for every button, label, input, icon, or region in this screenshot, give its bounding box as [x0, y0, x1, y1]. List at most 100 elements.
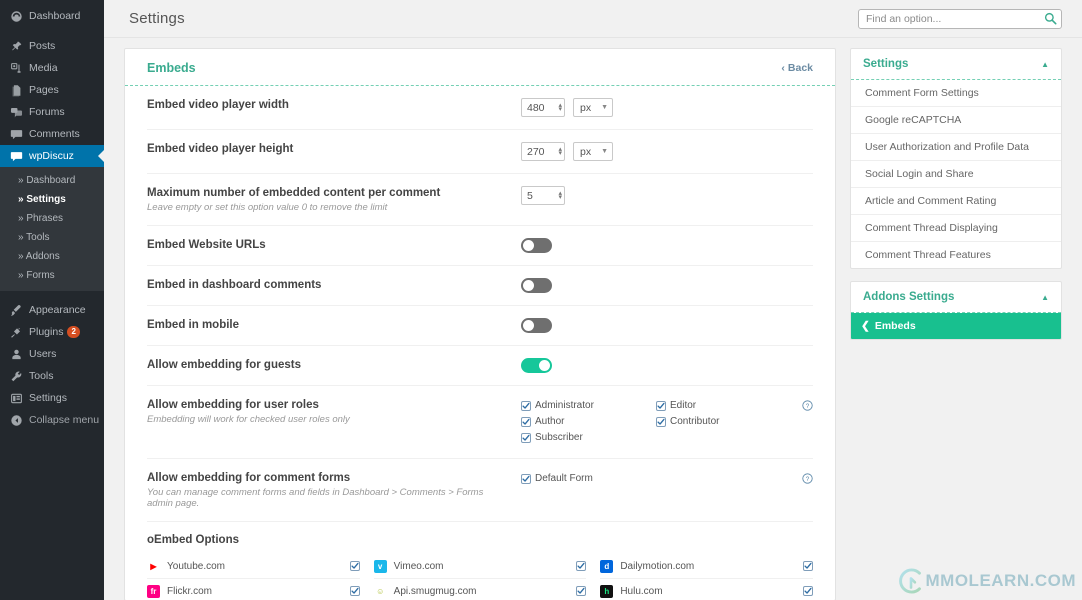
submenu-item-phrases[interactable]: » Phrases	[0, 209, 104, 228]
checkbox-item[interactable]: Subscriber	[521, 430, 656, 445]
oembed-label: Dailymotion.com	[620, 561, 796, 572]
panel-item[interactable]: Article and Comment Rating	[851, 188, 1061, 215]
sidebar-item-posts[interactable]: Posts	[0, 35, 104, 57]
unit-value: px	[580, 102, 591, 114]
panel-title: Addons Settings	[863, 291, 954, 303]
forums-icon	[9, 105, 24, 119]
checkbox-icon[interactable]	[803, 561, 813, 571]
chevron-left-icon: ‹	[781, 62, 785, 74]
sidebar-item-wpdiscuz[interactable]: wpDiscuz	[0, 145, 104, 167]
checkbox-icon[interactable]	[576, 561, 586, 571]
submenu-item-settings[interactable]: » Settings	[0, 190, 104, 209]
panel-header[interactable]: Settings▲	[851, 49, 1061, 80]
side-panel: Addons Settings ▲ ❮Embeds	[850, 281, 1062, 340]
panel-item[interactable]: Social Login and Share	[851, 161, 1061, 188]
sidebar-item-dashboard[interactable]: Dashboard	[0, 5, 104, 27]
setting-row: Allow embedding for comment formsYou can…	[147, 459, 813, 522]
setting-control	[521, 318, 791, 333]
oembed-item[interactable]: dDailymotion.com	[600, 554, 813, 579]
checkbox-icon[interactable]	[656, 401, 666, 411]
panel-item[interactable]: Comment Form Settings	[851, 80, 1061, 107]
number-input[interactable]: 480 ▴▾	[521, 98, 565, 117]
number-input[interactable]: 5▴▾	[521, 186, 565, 205]
setting-label: Embed in dashboard comments	[147, 278, 521, 291]
wpdiscuz-submenu: » Dashboard» Settings» Phrases» Tools» A…	[0, 167, 104, 291]
toggle-switch[interactable]	[521, 278, 552, 293]
panel-item[interactable]: User Authorization and Profile Data	[851, 134, 1061, 161]
back-label: Back	[788, 62, 813, 74]
sidebar-item-pages[interactable]: Pages	[0, 79, 104, 101]
search-box[interactable]	[858, 9, 1062, 29]
sidebar-item-appearance[interactable]: Appearance	[0, 299, 104, 321]
checkbox-item[interactable]: Default Form	[521, 471, 656, 486]
help-slot	[791, 318, 813, 319]
sidebar-item-users[interactable]: Users	[0, 343, 104, 365]
sidebar-item-collapse-menu[interactable]: Collapse menu	[0, 409, 104, 431]
panel-item[interactable]: Comment Thread Displaying	[851, 215, 1061, 242]
submenu-item-addons[interactable]: » Addons	[0, 247, 104, 266]
sidebar-item-plugins[interactable]: Plugins2	[0, 321, 104, 343]
sidebar-item-settings[interactable]: Settings	[0, 387, 104, 409]
oembed-item[interactable]: vVimeo.com	[374, 554, 587, 579]
help-icon[interactable]: ?	[802, 399, 813, 414]
oembed-item[interactable]: frFlickr.com	[147, 579, 360, 600]
panel-item[interactable]: Google reCAPTCHA	[851, 107, 1061, 134]
sidebar-item-media[interactable]: Media	[0, 57, 104, 79]
settings-card: Embeds ‹ Back Embed video player width48…	[124, 48, 836, 600]
checkbox-icon[interactable]	[350, 561, 360, 571]
sidebar-item-label: Forums	[29, 106, 65, 118]
sidebar-item-label: Users	[29, 348, 56, 360]
sidebar-item-label: Plugins	[29, 326, 63, 338]
checkbox-item[interactable]: Editor	[656, 398, 791, 413]
checkbox-item[interactable]: Administrator	[521, 398, 656, 413]
checkbox-item[interactable]: Author	[521, 414, 656, 429]
checkbox-icon[interactable]	[576, 586, 586, 596]
panel-item-label: Comment Thread Features	[865, 249, 991, 261]
unit-select[interactable]: px ▼	[573, 98, 613, 117]
chevron-down-icon: ▼	[601, 104, 608, 111]
oembed-item[interactable]: ☺Api.smugmug.com	[374, 579, 587, 600]
flickr-icon: fr	[147, 585, 160, 598]
search-input[interactable]	[858, 9, 1062, 29]
panel-header[interactable]: Addons Settings ▲	[851, 282, 1061, 313]
sidebar-item-comments[interactable]: Comments	[0, 123, 104, 145]
oembed-item[interactable]: hHulu.com	[600, 579, 813, 600]
toggle-switch[interactable]	[521, 238, 552, 253]
submenu-item-tools[interactable]: » Tools	[0, 228, 104, 247]
checkbox-icon[interactable]	[803, 586, 813, 596]
number-input[interactable]: 270▴▾	[521, 142, 565, 161]
checkbox-icon[interactable]	[521, 401, 531, 411]
panel-item[interactable]: Comment Thread Features	[851, 242, 1061, 268]
help-icon[interactable]: ?	[802, 472, 813, 487]
submenu-item-dashboard[interactable]: » Dashboard	[0, 171, 104, 190]
oembed-item[interactable]: ▶Youtube.com	[147, 554, 360, 579]
unit-select[interactable]: px▼	[573, 142, 613, 161]
checkbox-icon[interactable]	[521, 417, 531, 427]
comment-icon	[9, 127, 24, 141]
page-title: Settings	[129, 10, 185, 27]
checkbox-label: Subscriber	[535, 432, 583, 443]
panel-item[interactable]: ❮Embeds	[851, 313, 1061, 339]
checkbox-icon[interactable]	[521, 433, 531, 443]
checkbox-item[interactable]: Contributor	[656, 414, 791, 429]
checkbox-icon[interactable]	[656, 417, 666, 427]
spinner-icon[interactable]: ▴▾	[558, 192, 562, 200]
section-title: Embeds	[147, 61, 196, 75]
toggle-switch[interactable]	[521, 358, 552, 373]
spinner-icon[interactable]: ▴▾	[558, 148, 562, 156]
submenu-item-forms[interactable]: » Forms	[0, 266, 104, 285]
panel-item-label: Embeds	[875, 320, 916, 332]
svg-text:?: ?	[806, 476, 810, 483]
sidebar-item-forums[interactable]: Forums	[0, 101, 104, 123]
toggle-switch[interactable]	[521, 318, 552, 333]
sidebar-item-tools[interactable]: Tools	[0, 365, 104, 387]
back-link[interactable]: ‹ Back	[781, 62, 813, 74]
spinner-icon[interactable]: ▴▾	[558, 104, 562, 112]
checkbox-column: Default Form	[521, 471, 656, 487]
help-slot	[791, 278, 813, 279]
chevron-up-icon[interactable]: ▲	[1041, 293, 1049, 302]
chevron-up-icon[interactable]: ▲	[1041, 60, 1049, 69]
number-value: 480	[527, 102, 545, 114]
checkbox-icon[interactable]	[350, 586, 360, 596]
checkbox-icon[interactable]	[521, 474, 531, 484]
